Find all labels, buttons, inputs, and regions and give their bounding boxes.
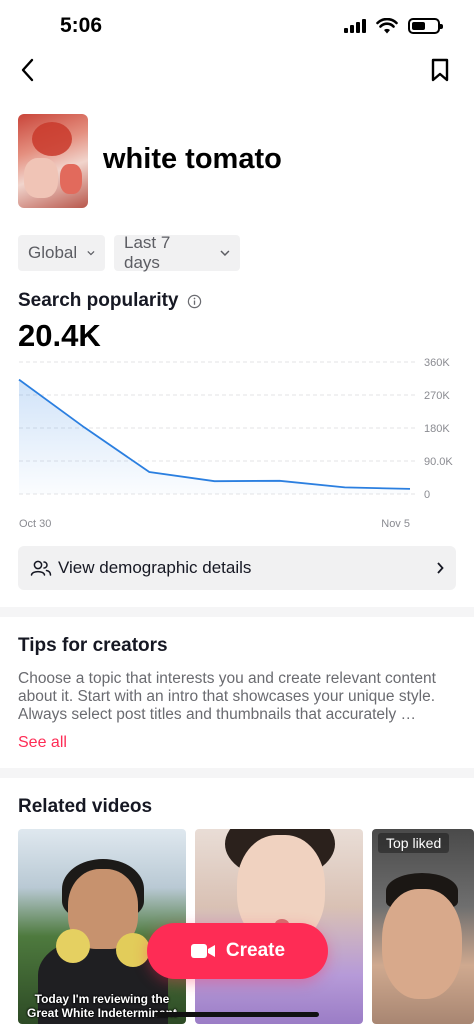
chevron-down-icon <box>220 250 230 256</box>
bookmark-icon <box>431 58 449 82</box>
period-filter-label: Last 7 days <box>124 233 171 272</box>
chart-y-tick-label: 270K <box>424 390 450 402</box>
chart-y-tick-label: 180K <box>424 423 450 435</box>
region-filter-dropdown[interactable]: Global <box>18 235 105 271</box>
search-popularity-text: Search popularity <box>18 290 179 311</box>
chart-x-tick-label: Nov 5 <box>381 518 410 530</box>
demographic-label: View demographic details <box>58 558 252 577</box>
status-time: 5:06 <box>60 14 103 37</box>
topic-title: white tomato <box>103 143 282 175</box>
view-demographic-details-button[interactable]: View demographic details <box>18 546 456 590</box>
chevron-left-icon <box>21 58 34 82</box>
chart-x-tick-label: Oct 30 <box>19 518 51 530</box>
chevron-down-icon <box>87 251 95 256</box>
search-popularity-chart: 360K 270K 180K 90.0K 0 Oct 30 Nov 5 <box>18 357 453 530</box>
create-button-label: Create <box>225 940 286 961</box>
wifi-icon <box>376 18 398 34</box>
home-indicator <box>155 1012 319 1017</box>
create-button[interactable]: Create <box>147 923 328 979</box>
cellular-signal-icon <box>344 19 366 33</box>
chevron-right-icon <box>437 562 444 574</box>
chart-y-tick-label: 90.0K <box>424 456 453 468</box>
tips-title: Tips for creators <box>18 635 168 656</box>
video-camera-icon <box>190 944 215 958</box>
tips-text: Choose a topic that interests you and cr… <box>18 670 436 723</box>
people-icon <box>30 560 52 576</box>
status-icons <box>344 18 443 34</box>
section-divider <box>0 607 474 617</box>
top-liked-badge: Top liked <box>378 833 450 853</box>
related-videos-title: Related videos <box>18 796 153 817</box>
bookmark-button[interactable] <box>426 56 454 84</box>
region-filter-label: Global <box>28 243 78 262</box>
battery-icon <box>408 18 443 34</box>
chart-y-tick-label: 360K <box>424 357 450 369</box>
search-popularity-label: Search popularity <box>18 290 202 312</box>
see-all-link[interactable]: See all <box>18 734 67 752</box>
status-bar: 5:06 <box>0 0 474 56</box>
chart-y-tick-label: 0 <box>424 489 430 501</box>
info-icon[interactable] <box>187 294 202 309</box>
back-button[interactable] <box>14 56 42 84</box>
section-divider <box>0 768 474 778</box>
topic-thumbnail[interactable] <box>18 114 88 208</box>
related-video-thumbnail[interactable]: Top liked <box>372 829 474 1024</box>
chart-area-fill <box>19 379 410 494</box>
period-filter-dropdown[interactable]: Last 7 days <box>114 233 240 272</box>
